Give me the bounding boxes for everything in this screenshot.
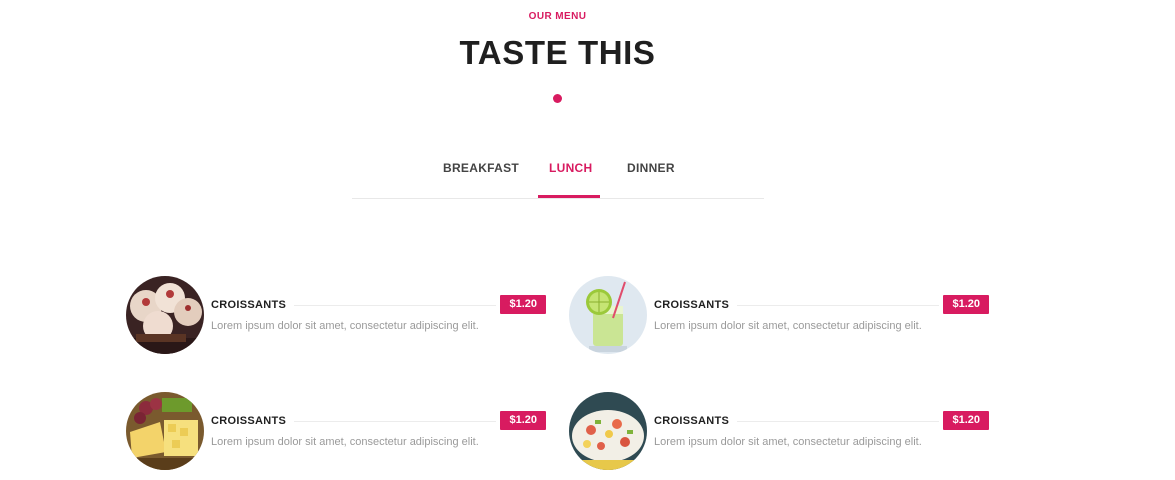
menu-item[interactable]: CROISSANTS $1.20 Lorem ipsum dolor sit a… — [569, 392, 989, 472]
price-badge: $1.20 — [943, 411, 989, 430]
lime-drink-icon — [569, 276, 647, 354]
cupcakes-icon — [126, 276, 204, 354]
menu-item[interactable]: CROISSANTS $1.20 Lorem ipsum dolor sit a… — [126, 392, 546, 472]
price-badge: $1.20 — [500, 411, 546, 430]
tabs-divider — [352, 198, 764, 199]
item-description: Lorem ipsum dolor sit amet, consectetur … — [211, 436, 479, 448]
item-rule — [276, 305, 496, 306]
item-name: CROISSANTS — [211, 299, 295, 311]
section-eyebrow: OUR MENU — [528, 11, 587, 22]
item-name: CROISSANTS — [211, 415, 295, 427]
item-description: Lorem ipsum dolor sit amet, consectetur … — [654, 436, 922, 448]
item-rule — [719, 421, 939, 422]
price-badge: $1.20 — [943, 295, 989, 314]
price-badge: $1.20 — [500, 295, 546, 314]
menu-item[interactable]: CROISSANTS $1.20 Lorem ipsum dolor sit a… — [126, 276, 546, 356]
active-tab-underline — [538, 195, 600, 198]
item-name: CROISSANTS — [654, 299, 738, 311]
section-title: TASTE THIS — [459, 34, 656, 71]
title-dot-decoration — [553, 94, 562, 103]
item-rule — [276, 421, 496, 422]
tab-lunch[interactable]: LUNCH — [549, 161, 593, 175]
tab-dinner[interactable]: DINNER — [627, 161, 675, 175]
menu-item[interactable]: CROISSANTS $1.20 Lorem ipsum dolor sit a… — [569, 276, 989, 356]
salad-icon — [569, 392, 647, 470]
item-name: CROISSANTS — [654, 415, 738, 427]
cheese-platter-icon — [126, 392, 204, 470]
item-rule — [719, 305, 939, 306]
item-description: Lorem ipsum dolor sit amet, consectetur … — [211, 320, 479, 332]
tab-breakfast[interactable]: BREAKFAST — [443, 161, 519, 175]
item-description: Lorem ipsum dolor sit amet, consectetur … — [654, 320, 922, 332]
